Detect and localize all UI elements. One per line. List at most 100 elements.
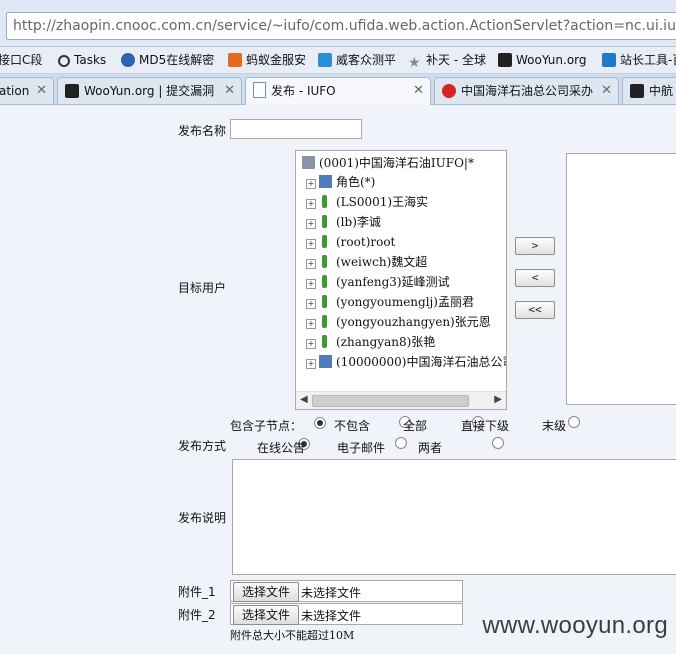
tab-zhonghang[interactable]: 中航 <box>622 77 676 104</box>
close-icon[interactable]: ✕ <box>36 78 47 104</box>
bookmark-item[interactable]: 蚂蚁金服安 <box>228 51 306 69</box>
tree-node-label: (yongyoumenglj)孟丽君 <box>336 295 474 309</box>
tree-node[interactable]: + (weiwch)魏文超 <box>306 252 427 272</box>
radio-email[interactable] <box>395 437 408 449</box>
bookmark-label: 站长工具-百 <box>620 53 676 67</box>
expand-icon[interactable]: + <box>306 299 316 309</box>
tab-ation[interactable]: ation ✕ <box>0 77 54 104</box>
tab-label: 中航 <box>649 84 674 98</box>
expand-icon[interactable]: + <box>306 199 316 209</box>
user-icon <box>322 255 327 268</box>
bookmark-item[interactable]: WooYun.org <box>498 51 587 69</box>
user-icon <box>322 275 327 288</box>
wooyun-icon <box>498 53 512 67</box>
md5-icon <box>121 53 135 67</box>
scrollbar-thumb[interactable] <box>312 395 469 407</box>
tree-node[interactable]: + (yongyoumenglj)孟丽君 <box>306 292 474 312</box>
user-icon <box>322 235 327 248</box>
search-icon <box>58 55 70 67</box>
selected-users-list[interactable] <box>566 153 676 405</box>
attachment-2-field: 选择文件 未选择文件 <box>230 603 463 625</box>
radio-all-label: 全部 <box>403 419 428 433</box>
scroll-left-icon[interactable]: ◀ <box>300 394 308 405</box>
tree-node-label: (root)root <box>336 235 396 249</box>
user-tree[interactable]: (0001)中国海洋石油IUFO|* + 角色(*) + (LS0001)王海实 +… <box>295 150 507 410</box>
attachment-2-label: 附件_2 <box>178 608 216 622</box>
bookmark-item[interactable]: MD5在线解密 <box>121 51 214 69</box>
tree-node[interactable]: + (yongyouzhangyen)张元恩 <box>306 312 491 332</box>
tree-node[interactable]: + (root)root <box>306 232 395 252</box>
tab-publish-iufo[interactable]: 发布 - IUFO ✕ <box>245 77 431 105</box>
choose-file-button-2[interactable]: 选择文件 <box>233 605 299 625</box>
attachment-1-status: 未选择文件 <box>301 586 362 600</box>
expand-icon[interactable]: + <box>306 219 316 229</box>
bookmark-label: 接口C段 <box>0 53 43 67</box>
remove-user-button[interactable]: < <box>515 269 555 287</box>
attachment-1-label: 附件_1 <box>178 585 216 599</box>
tree-node[interactable]: + (yanfeng3)延峰测试 <box>306 272 450 292</box>
tab-cnooc[interactable]: 中国海洋石油总公司采办 ✕ <box>434 77 619 104</box>
tree-node[interactable]: + 角色(*) <box>306 172 375 192</box>
tree-node-label: (zhangyan8)张艳 <box>336 335 436 349</box>
star-icon: ★ <box>408 55 421 71</box>
webmaster-icon <box>602 53 616 67</box>
user-icon <box>322 335 327 348</box>
expand-icon[interactable]: + <box>306 319 316 329</box>
tab-label: ation <box>0 84 30 98</box>
expand-icon[interactable]: + <box>306 259 316 269</box>
tree-horizontal-scrollbar[interactable]: ◀ ▶ <box>296 391 506 409</box>
radio-online-notice-label: 在线公告 <box>257 441 306 455</box>
bookmark-item[interactable]: 威客众测平 <box>318 51 396 69</box>
bookmark-item[interactable]: 接口C段 <box>0 51 42 69</box>
close-icon[interactable]: ✕ <box>224 78 235 104</box>
bookmarks-bar: 接口C段 Tasks MD5在线解密 蚂蚁金服安 威客众测平 ★ 补天 - 全球 … <box>0 47 676 74</box>
tree-node-label: (lb)李诚 <box>336 215 381 229</box>
tree-node-label: 角色(*) <box>336 175 376 189</box>
bookmark-item[interactable]: Tasks <box>58 51 106 69</box>
publish-name-input[interactable] <box>230 119 362 139</box>
attachment-2-status: 未选择文件 <box>301 609 362 623</box>
tree-node[interactable]: + (LS0001)王海实 <box>306 192 428 212</box>
expand-icon[interactable]: + <box>306 359 316 369</box>
url-input[interactable]: http://zhaopin.cnooc.com.cn/service/~iuf… <box>6 12 676 40</box>
attachment-size-note: 附件总大小不能超过10M <box>230 629 355 642</box>
expand-icon[interactable]: + <box>306 179 316 189</box>
bookmark-item[interactable]: ★ 补天 - 全球 <box>408 51 486 70</box>
tree-node[interactable]: + (10000000)中国海洋石油总公司 <box>306 352 506 372</box>
bookmark-item[interactable]: 站长工具-百 <box>602 51 676 69</box>
tab-wooyun[interactable]: WooYun.org | 提交漏洞 ✕ <box>57 77 242 104</box>
tree-node[interactable]: + (lb)李诚 <box>306 212 381 232</box>
tab-label: 中国海洋石油总公司采办 <box>461 84 594 98</box>
expand-icon[interactable]: + <box>306 239 316 249</box>
cnooc-icon <box>442 84 456 98</box>
tree-node-label: (weiwch)魏文超 <box>336 255 428 269</box>
tree-root[interactable]: (0001)中国海洋石油IUFO|* <box>302 153 474 173</box>
bookmark-label: Tasks <box>74 53 107 67</box>
bookmark-label: 补天 - 全球 <box>426 53 486 67</box>
close-icon[interactable]: ✕ <box>601 78 612 104</box>
address-bar-area: http://zhaopin.cnooc.com.cn/service/~iuf… <box>0 0 676 47</box>
wooyun-icon <box>630 84 644 98</box>
shield-icon <box>318 53 332 67</box>
page-icon <box>253 82 266 98</box>
add-user-button[interactable]: > <box>515 237 555 255</box>
remove-all-button[interactable]: << <box>515 301 555 319</box>
radio-leaf[interactable] <box>568 416 581 428</box>
radio-direct-children-label: 直接下级 <box>461 419 510 433</box>
radio-both[interactable] <box>491 437 504 449</box>
tree-root-label: (0001)中国海洋石油IUFO|* <box>319 156 474 170</box>
wooyun-icon <box>65 84 79 98</box>
tree-node[interactable]: + (zhangyan8)张艳 <box>306 332 435 352</box>
choose-file-button-1[interactable]: 选择文件 <box>233 582 299 602</box>
group-icon <box>319 175 332 188</box>
description-textarea[interactable] <box>232 459 676 575</box>
expand-icon[interactable]: + <box>306 279 316 289</box>
user-icon <box>322 195 327 208</box>
radio-exclude[interactable] <box>314 417 326 429</box>
tree-node-label: (yongyouzhangyen)张元恩 <box>336 315 491 329</box>
user-icon <box>322 315 327 328</box>
expand-icon[interactable]: + <box>306 339 316 349</box>
tab-strip: ation ✕ WooYun.org | 提交漏洞 ✕ 发布 - IUFO ✕ … <box>0 74 676 105</box>
scroll-right-icon[interactable]: ▶ <box>494 394 502 405</box>
close-icon[interactable]: ✕ <box>413 78 424 104</box>
